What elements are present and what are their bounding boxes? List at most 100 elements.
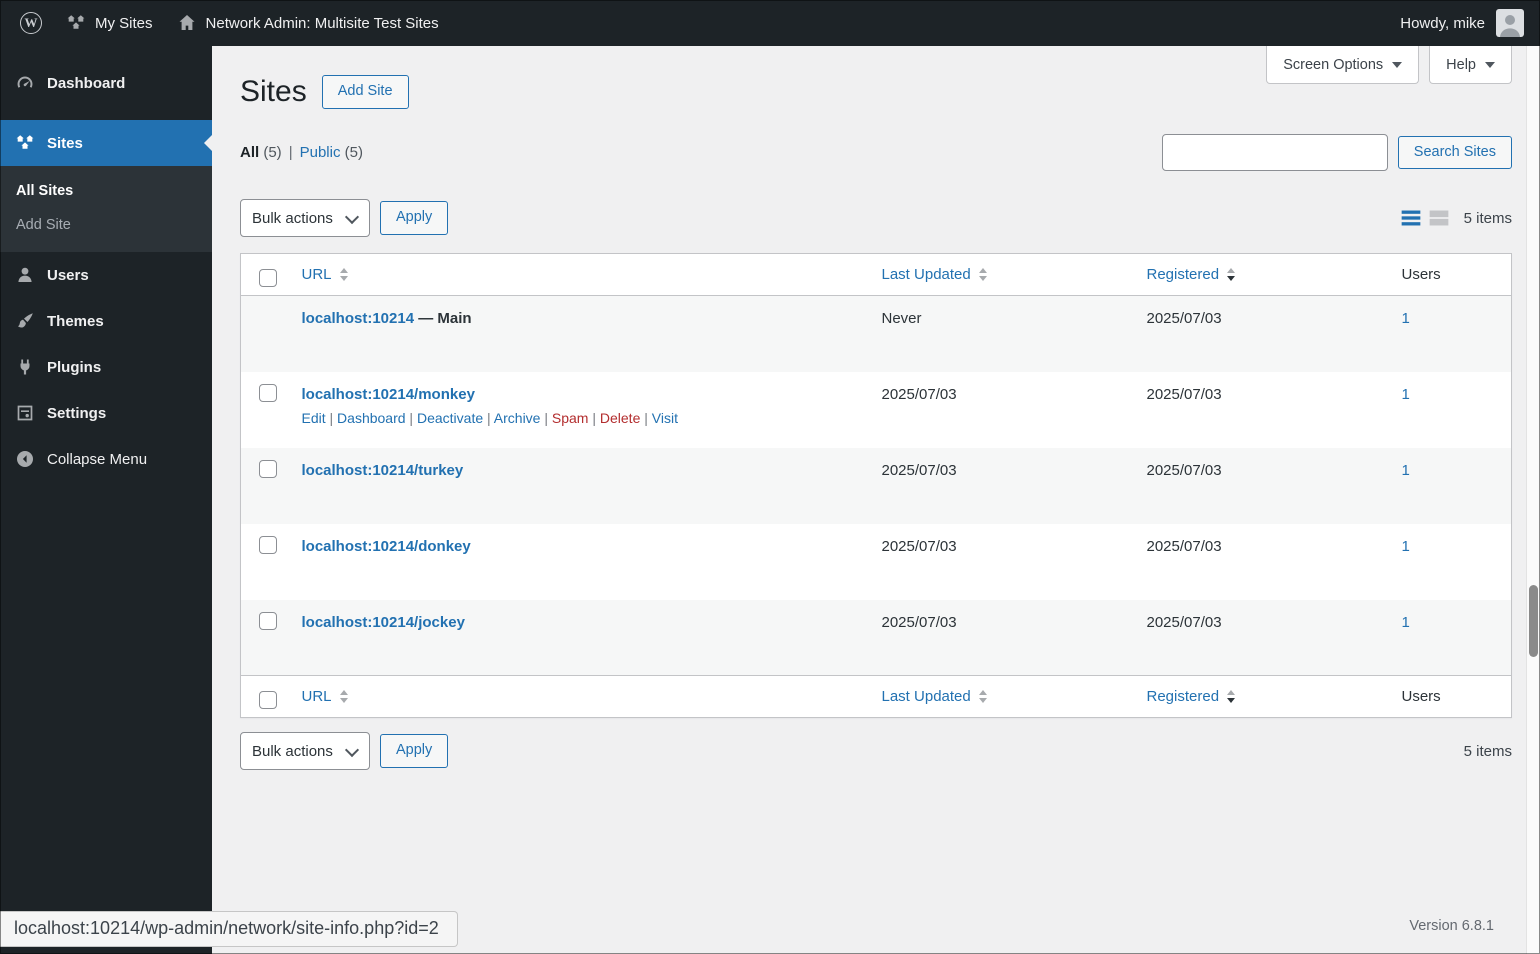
row-action-dashboard[interactable]: Dashboard — [337, 410, 406, 426]
site-url-link[interactable]: localhost:10214 — [302, 310, 415, 327]
wp-logo-menu[interactable]: W — [8, 0, 54, 46]
row-action-delete[interactable]: Delete — [600, 410, 640, 426]
row-action-separator: | — [325, 409, 338, 426]
sidebar-item-themes[interactable]: Themes — [0, 298, 212, 344]
registered-cell: 2025/07/03 — [1146, 461, 1222, 479]
site-users-link[interactable]: 1 — [1402, 614, 1410, 631]
row-actions: Edit | Dashboard | Deactivate | Archive … — [302, 410, 862, 428]
sort-by-registered[interactable]: Registered — [1147, 688, 1236, 705]
search-input[interactable] — [1161, 134, 1388, 171]
help-button[interactable]: Help — [1429, 46, 1512, 84]
site-users-link[interactable]: 1 — [1402, 310, 1410, 327]
row-action-visit[interactable]: Visit — [652, 410, 678, 426]
users-cell: 1 — [1392, 524, 1512, 600]
bulk-actions-select[interactable]: Bulk actions — [240, 732, 370, 770]
registered-cell: 2025/07/03 — [1146, 613, 1222, 631]
apply-button[interactable]: Apply — [380, 734, 449, 768]
site-row-checkbox[interactable] — [259, 535, 277, 554]
page-title: Sites — [240, 75, 307, 108]
page-wrap: Sites Add Site All (5) | Public (5) Sear… — [212, 46, 1540, 770]
my-sites-menu[interactable]: My Sites — [54, 0, 165, 46]
scrollbar-thumb[interactable] — [1529, 585, 1538, 657]
view-switch — [1400, 207, 1450, 229]
last-updated-cell: 2025/07/03 — [881, 461, 957, 479]
add-site-button[interactable]: Add Site — [321, 75, 409, 109]
site-url-cell: localhost:10214/monkey Edit | Dashboard |… — [286, 372, 872, 448]
collapse-menu-button[interactable]: Collapse Menu — [0, 436, 212, 482]
select-all-checkbox[interactable] — [259, 269, 277, 287]
excerpt-view-icon[interactable] — [1428, 207, 1450, 229]
view-filters: All (5) | Public (5) — [240, 144, 363, 161]
site-row-checkbox[interactable] — [259, 383, 277, 402]
bulk-actions-bottom: Bulk actions Apply — [240, 732, 449, 770]
caret-down-icon — [1485, 61, 1495, 68]
list-view-icon[interactable] — [1400, 207, 1422, 229]
sidebar-item-plugins[interactable]: Plugins — [0, 344, 212, 390]
row-check-cell — [241, 448, 286, 524]
sort-by-registered[interactable]: Registered — [1147, 266, 1236, 283]
site-users-link[interactable]: 1 — [1402, 386, 1410, 403]
select-all-checkbox[interactable] — [259, 691, 277, 709]
last-updated-cell: 2025/07/03 — [881, 613, 957, 631]
site-url-link[interactable]: localhost:10214/turkey — [302, 462, 464, 479]
users-cell: 1 — [1392, 372, 1512, 448]
sort-by-url[interactable]: URL — [302, 266, 348, 283]
filter-all[interactable]: All (5) — [240, 144, 282, 161]
site-url-link[interactable]: localhost:10214/jockey — [302, 614, 465, 631]
bulk-actions-select[interactable]: Bulk actions — [240, 199, 370, 237]
items-count: 5 items — [1463, 209, 1512, 227]
sidebar-label-sites: Sites — [47, 134, 83, 152]
sites-submenu: All Sites Add Site — [0, 166, 212, 252]
site-url-cell: localhost:10214/jockey — [286, 600, 872, 676]
row-action-separator: | — [483, 409, 494, 426]
row-action-deactivate[interactable]: Deactivate — [417, 410, 483, 426]
sites-table: URL Last Updated Registered Users localh… — [240, 253, 1512, 718]
sidebar-item-dashboard[interactable]: Dashboard — [0, 60, 212, 106]
avatar — [1496, 9, 1524, 37]
table-header: URL Last Updated Registered Users — [240, 253, 1512, 296]
sites-icon — [16, 135, 34, 149]
sidebar-item-users[interactable]: Users — [0, 252, 212, 298]
collapse-icon — [17, 451, 33, 467]
sort-by-last-updated[interactable]: Last Updated — [882, 266, 987, 283]
sidebar-label-themes: Themes — [47, 312, 104, 330]
tablenav-bottom: Bulk actions Apply 5 items — [240, 732, 1512, 770]
row-action-archive[interactable]: Archive — [494, 410, 541, 426]
row-action-edit[interactable]: Edit — [302, 410, 326, 426]
site-url-link[interactable]: localhost:10214/donkey — [302, 538, 471, 555]
url-column-header: URL — [285, 253, 872, 296]
users-cell: 1 — [1392, 600, 1512, 676]
network-admin-menu[interactable]: Network Admin: Multisite Test Sites — [165, 0, 451, 46]
sidebar-label-settings: Settings — [47, 404, 107, 422]
network-admin-label: Network Admin: Multisite Test Sites — [205, 14, 439, 32]
site-row: localhost:10214/turkey 2025/07/03 2025/07/… — [240, 447, 1512, 524]
browser-status-bar: localhost:10214/wp-admin/network/site-in… — [0, 911, 458, 947]
site-url-cell: localhost:10214 — Main — [286, 296, 872, 372]
sidebar-item-sites[interactable]: Sites — [0, 120, 212, 166]
filters-row: All (5) | Public (5) Search Sites — [240, 134, 1512, 171]
filter-public[interactable]: Public (5) — [300, 144, 363, 161]
site-users-link[interactable]: 1 — [1402, 462, 1410, 479]
sidebar-item-add-site[interactable]: Add Site — [0, 208, 212, 242]
account-menu[interactable]: Howdy, mike — [1400, 9, 1532, 37]
admin-menu: Dashboard Sites All Sites Add Site Users… — [0, 46, 212, 482]
site-url-link[interactable]: localhost:10214/monkey — [302, 386, 475, 403]
menu-separator — [0, 106, 212, 120]
row-check-cell — [241, 372, 286, 448]
scrollbar-track[interactable] — [1526, 46, 1540, 954]
sort-by-last-updated[interactable]: Last Updated — [882, 688, 987, 705]
row-action-separator: | — [405, 409, 417, 426]
site-row-checkbox[interactable] — [259, 459, 277, 478]
caret-down-icon — [1392, 61, 1403, 68]
sidebar-item-all-sites[interactable]: All Sites — [0, 174, 212, 208]
site-users-link[interactable]: 1 — [1402, 538, 1410, 555]
screen-options-button[interactable]: Screen Options — [1266, 46, 1420, 84]
row-action-spam[interactable]: Spam — [552, 410, 589, 426]
search-sites-button[interactable]: Search Sites — [1397, 135, 1512, 170]
sidebar-item-settings[interactable]: Settings — [0, 390, 212, 436]
last-updated-cell: 2025/07/03 — [881, 385, 957, 403]
apply-button[interactable]: Apply — [380, 201, 449, 235]
sort-by-url[interactable]: URL — [302, 688, 348, 705]
site-row-checkbox[interactable] — [259, 611, 277, 630]
url-column-header: URL — [285, 675, 872, 718]
